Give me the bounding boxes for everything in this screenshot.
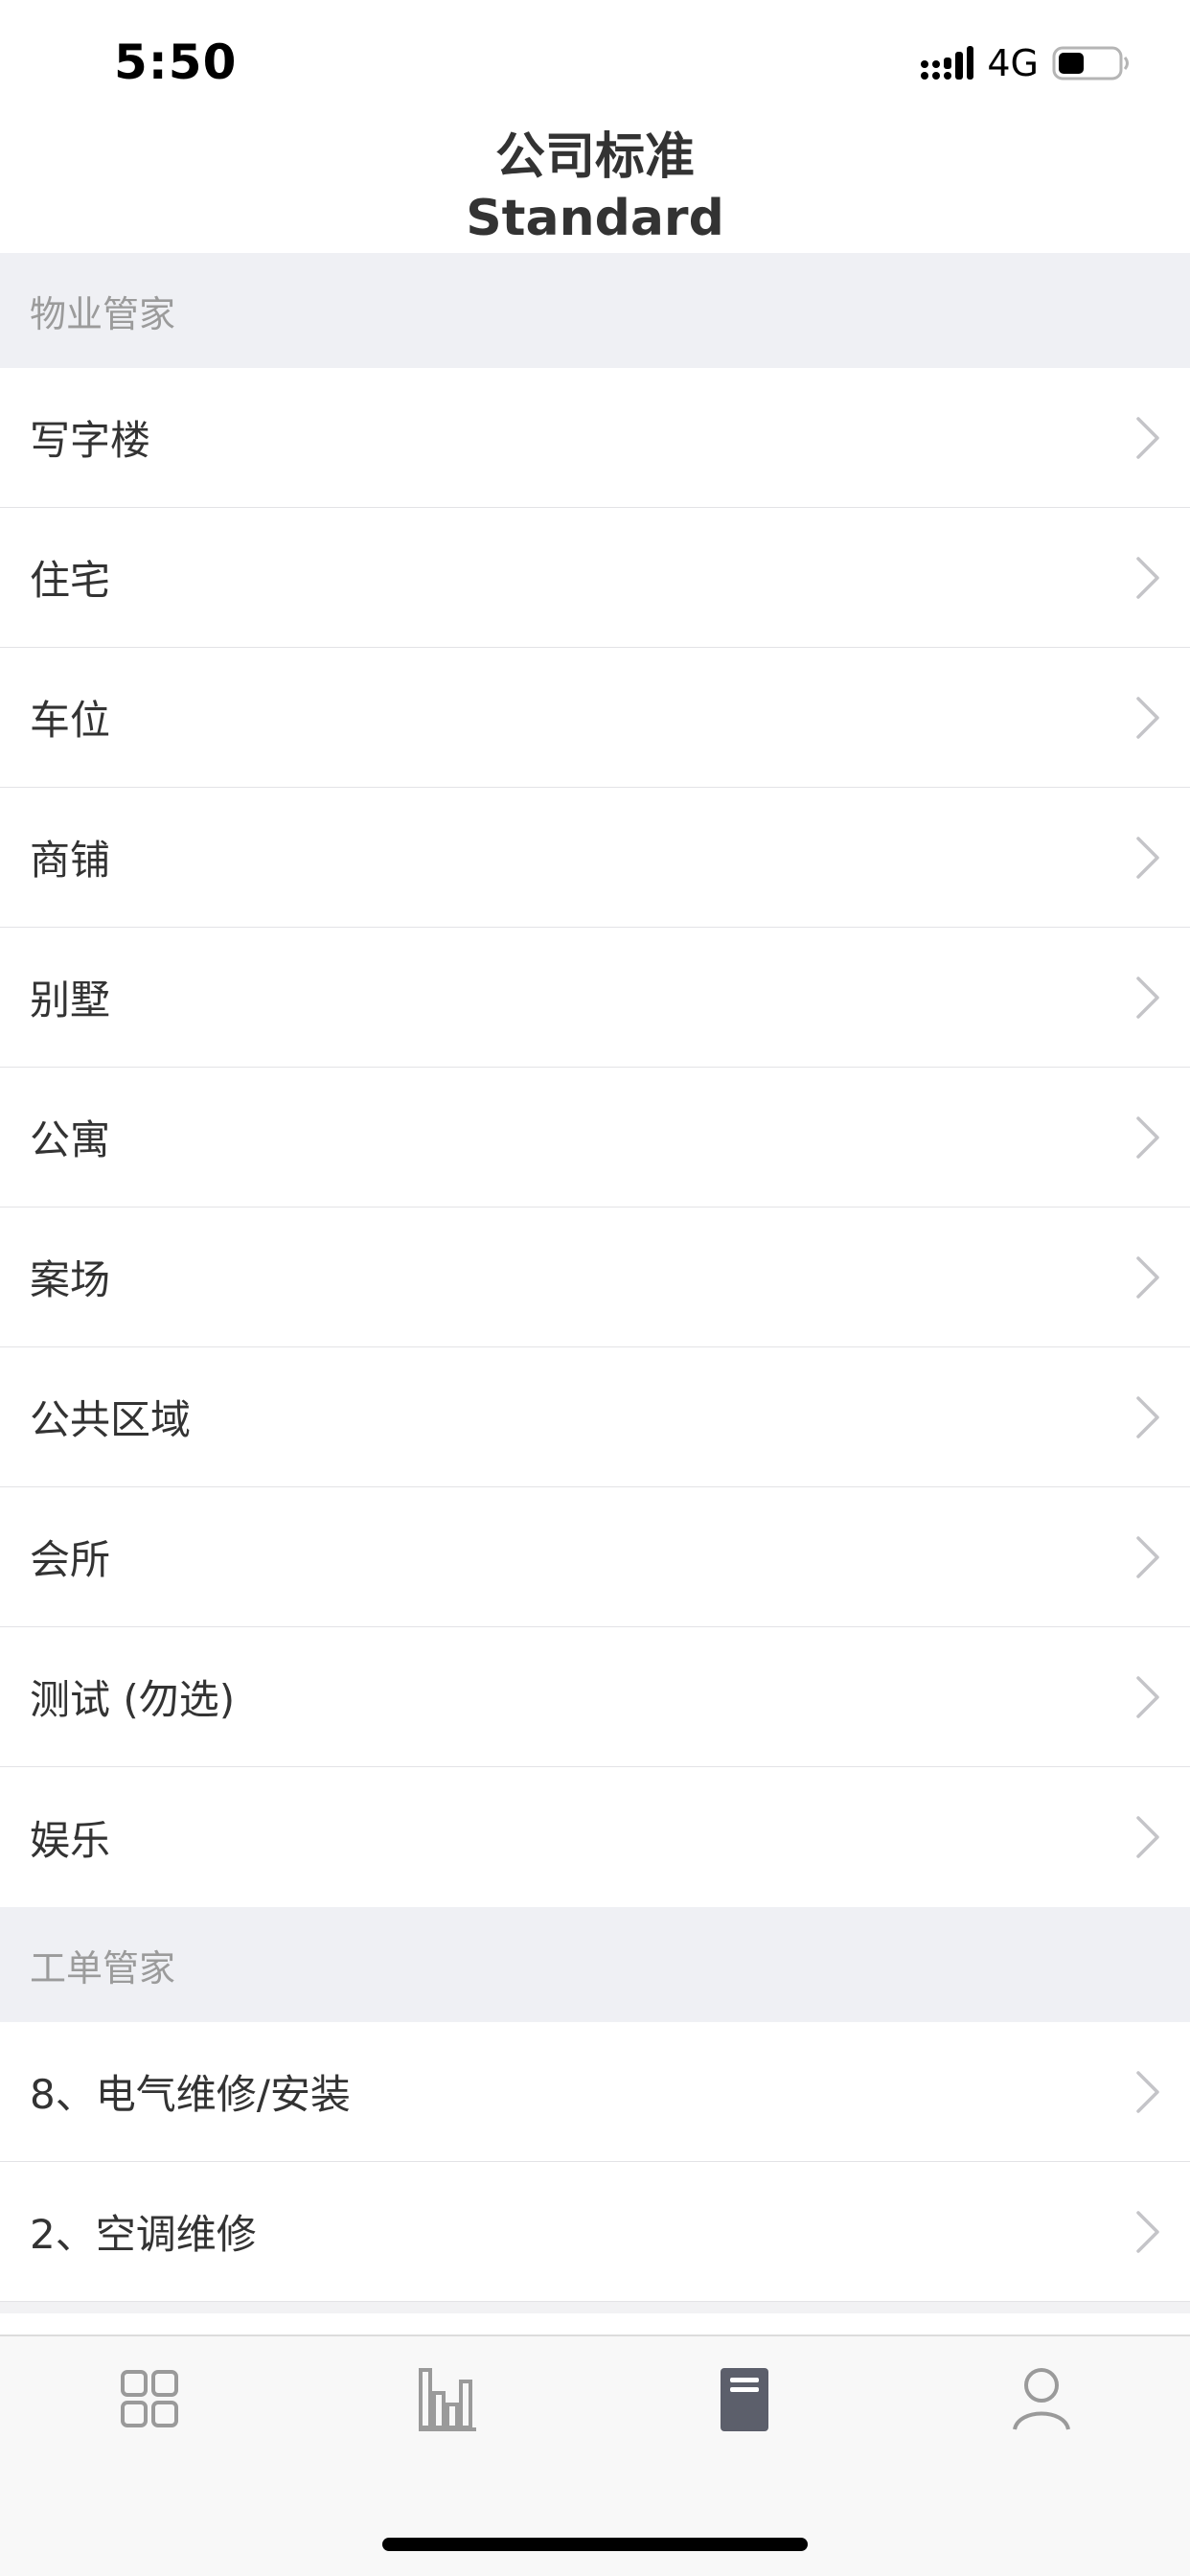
list-item-label: 住宅 xyxy=(30,557,111,604)
list-item-label: 写字楼 xyxy=(30,417,151,464)
list-item[interactable]: 2、空调维修 xyxy=(0,2162,1190,2302)
chevron-right-icon xyxy=(1136,1675,1159,1718)
section-header-workorder: 工单管家 xyxy=(0,1907,1190,2022)
tab-profile[interactable] xyxy=(998,2361,1085,2438)
list-item[interactable]: 住宅 xyxy=(0,508,1190,648)
book-icon xyxy=(721,2368,768,2431)
list-item-label: 别墅 xyxy=(30,977,111,1024)
network-type: 4G xyxy=(987,42,1039,84)
page-title: 公司标准 xyxy=(494,128,695,186)
chevron-right-icon xyxy=(1136,836,1159,879)
chevron-right-icon xyxy=(1136,2210,1159,2253)
battery-icon xyxy=(1052,46,1129,80)
screen: 5:50 4G 公司标准 Standard 物业管家 写字楼 住宅 车位 商铺 … xyxy=(0,0,1190,2576)
list-item-label: 8、电气维修/安装 xyxy=(30,2071,351,2118)
chevron-right-icon xyxy=(1136,1116,1159,1159)
grid-icon xyxy=(121,2370,178,2427)
chevron-right-icon xyxy=(1136,1395,1159,1438)
status-indicators: 4G xyxy=(920,42,1131,84)
list-item[interactable]: 会所 xyxy=(0,1487,1190,1627)
list-item[interactable]: 商铺 xyxy=(0,788,1190,928)
user-icon xyxy=(1013,2368,1070,2430)
list-item-label: 娱乐 xyxy=(30,1816,111,1864)
list-item-label: 商铺 xyxy=(30,837,111,884)
chevron-right-icon xyxy=(1136,976,1159,1019)
status-time: 5:50 xyxy=(114,34,238,90)
chevron-right-icon xyxy=(1136,556,1159,599)
chevron-right-icon xyxy=(1136,416,1159,459)
page-subtitle: Standard xyxy=(466,190,724,247)
list-item[interactable]: 公寓 xyxy=(0,1068,1190,1208)
list-item[interactable]: 写字楼 xyxy=(0,368,1190,508)
tab-home[interactable] xyxy=(106,2361,193,2438)
chevron-right-icon xyxy=(1136,696,1159,739)
chevron-right-icon xyxy=(1136,1255,1159,1299)
list-item[interactable]: 别墅 xyxy=(0,928,1190,1068)
list-item[interactable]: 测试 (勿选) xyxy=(0,1627,1190,1767)
list-item-label: 公寓 xyxy=(30,1116,111,1163)
standards-list[interactable]: 物业管家 写字楼 住宅 车位 商铺 别墅 公寓 案场 公共区域 会所 测试 (勿… xyxy=(0,253,1190,2313)
list-item[interactable]: 车位 xyxy=(0,648,1190,788)
list-item-label: 测试 (勿选) xyxy=(30,1676,236,1723)
list-item[interactable]: 娱乐 xyxy=(0,1767,1190,1907)
chevron-right-icon xyxy=(1136,1816,1159,1858)
list-item[interactable]: 公共区域 xyxy=(0,1347,1190,1487)
list-item[interactable]: 8、电气维修/安装 xyxy=(0,2022,1190,2162)
chevron-right-icon xyxy=(1136,2070,1159,2113)
list-item-label: 会所 xyxy=(30,1536,111,1583)
tab-standard[interactable] xyxy=(700,2361,787,2438)
chevron-right-icon xyxy=(1136,1535,1159,1578)
list-item-label: 车位 xyxy=(30,697,111,744)
status-bar: 5:50 4G xyxy=(0,0,1190,126)
signal-icon xyxy=(921,46,974,80)
list-item-label: 2、空调维修 xyxy=(30,2211,257,2258)
list-item-label: 公共区域 xyxy=(30,1396,192,1443)
nav-header: 公司标准 Standard xyxy=(0,126,1190,253)
list-item[interactable]: 案场 xyxy=(0,1208,1190,1347)
bar-chart-icon xyxy=(419,2368,476,2431)
tab-stats[interactable] xyxy=(404,2361,491,2438)
home-indicator[interactable] xyxy=(382,2538,808,2551)
section-header-property: 物业管家 xyxy=(0,253,1190,368)
list-item-label: 案场 xyxy=(30,1256,111,1303)
